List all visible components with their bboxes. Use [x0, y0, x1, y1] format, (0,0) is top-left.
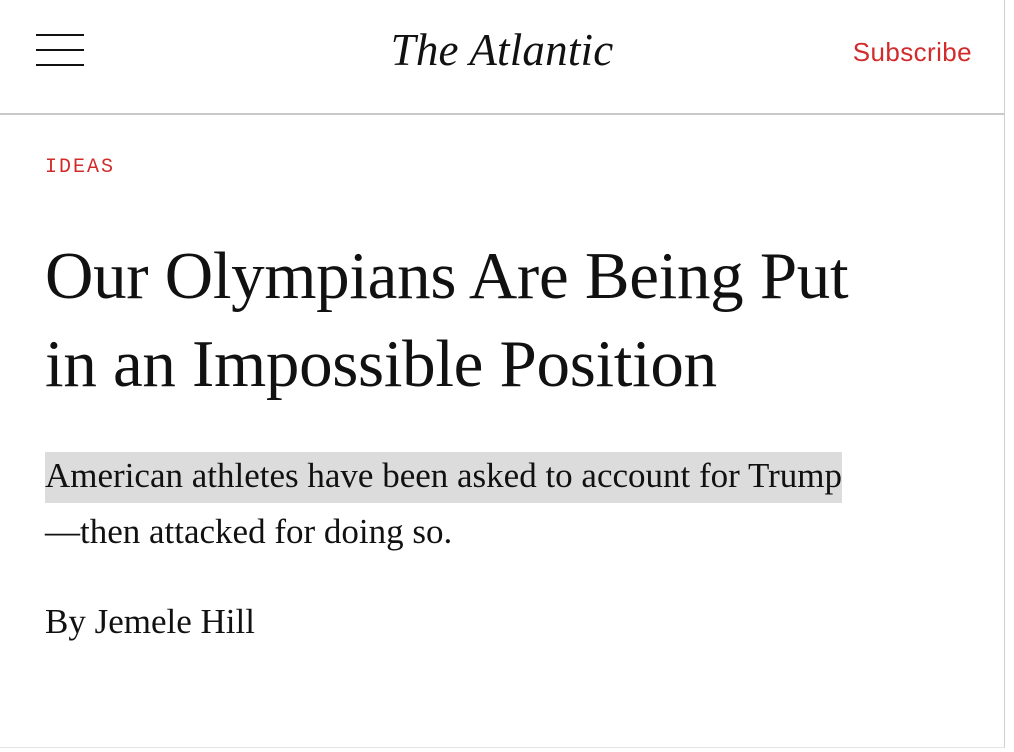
byline: By Jemele Hill	[45, 600, 255, 644]
byline-prefix: By	[45, 602, 86, 641]
section-label[interactable]: IDEAS	[45, 155, 115, 181]
article-headline: Our Olympians Are Being Put in an Impossi…	[45, 232, 975, 408]
headline-line-1: Our Olympians Are Being Put	[45, 239, 849, 313]
site-header: The Atlantic Subscribe	[0, 0, 1004, 115]
article-dek: American athletes have been asked to acc…	[45, 448, 945, 560]
article-page: The Atlantic Subscribe IDEAS Our Olympia…	[0, 0, 1005, 748]
headline-line-2: in an Impossible Position	[45, 327, 717, 401]
subscribe-link[interactable]: Subscribe	[853, 36, 972, 68]
author-link[interactable]: Jemele Hill	[95, 602, 255, 641]
dek-continuation: —then attacked for doing so.	[45, 512, 453, 551]
highlighted-text: American athletes have been asked to acc…	[45, 452, 842, 503]
